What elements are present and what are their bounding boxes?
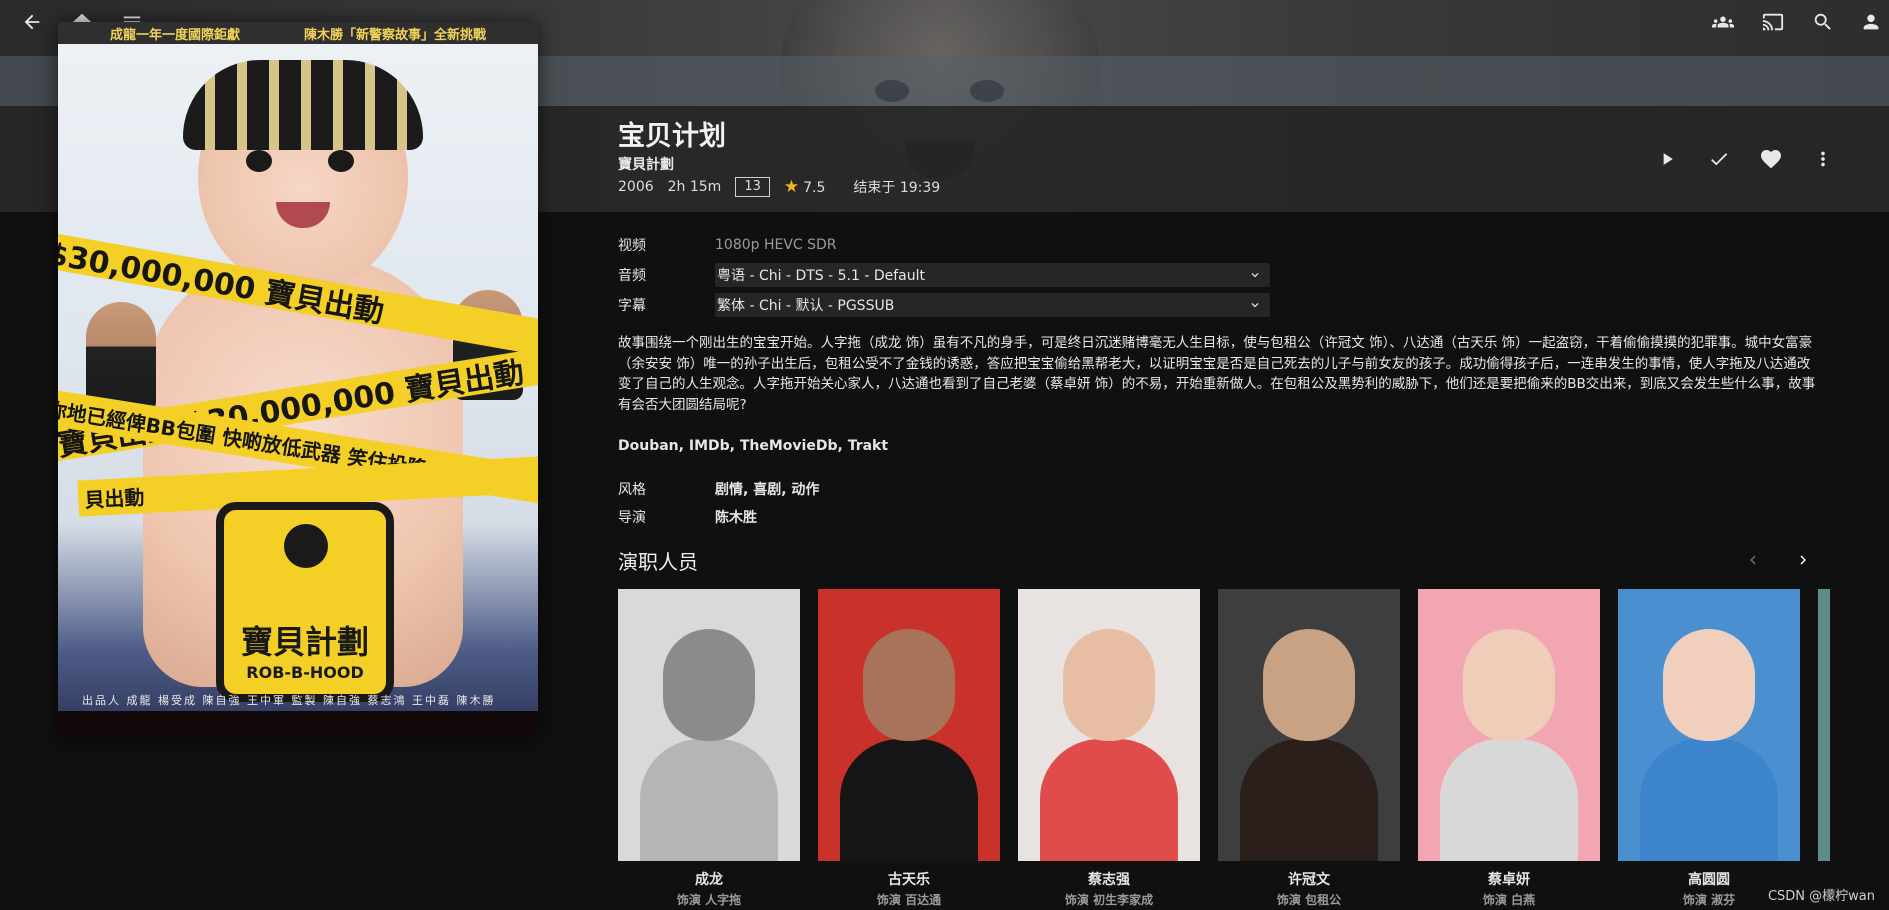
video-row: 视频 1080p HEVC SDR: [618, 237, 837, 254]
runtime: 2h 15m: [667, 179, 722, 195]
watermark: CSDN @檬柠wan: [1767, 889, 1875, 904]
cast-card[interactable]: 高圆圆 饰演 淑芬: [1618, 589, 1800, 908]
cast-photo[interactable]: [1018, 589, 1200, 861]
audio-row: 音频 粤语 - Chi - DTS - 5.1 - Default: [618, 263, 1270, 287]
cast-name[interactable]: 成龙: [618, 869, 800, 889]
star-icon: ★: [783, 177, 800, 197]
link-tmdb[interactable]: TheMovieDb: [740, 438, 838, 454]
link-trakt[interactable]: Trakt: [848, 438, 888, 454]
cast-photo[interactable]: [618, 589, 800, 861]
cast-role: 饰演 人字拖: [676, 893, 742, 907]
cast-role: 饰演 包租公: [1276, 893, 1342, 907]
poster-logo-badge: 寶貝計劃 ROB-B-HOOD: [216, 502, 394, 702]
official-rating: 13: [735, 177, 770, 197]
cast-name[interactable]: 蔡志强: [1018, 869, 1200, 889]
cast-card[interactable]: 蔡志强饰演 初生李家成: [1018, 589, 1200, 908]
detail-actions: [1641, 144, 1849, 174]
cast-photo[interactable]: [1418, 589, 1600, 861]
cast-role: 饰演 初生李家成: [1064, 893, 1154, 907]
media-info-bar: 2006 2h 15m 13 ★ 7.5 结束于 19:39: [618, 176, 954, 198]
more-icon[interactable]: [1797, 144, 1849, 174]
original-title: 寶貝計劃: [618, 157, 674, 173]
cast-list: 成龙 饰演 人字拖 古天乐 饰演 百达通 蔡志强 饰演 初生李家成 许冠文 饰演 包租公 蔡卓妍…: [618, 589, 1830, 910]
heart-icon[interactable]: [1745, 144, 1797, 174]
genres-value[interactable]: 剧情, 喜剧, 动作: [715, 479, 819, 499]
user-icon[interactable]: [1855, 6, 1887, 38]
cast-card[interactable]: 成龙 饰演 人字拖: [618, 589, 800, 908]
cast-card[interactable]: 蔡卓妍 饰演 白燕: [1418, 589, 1600, 908]
cast-role: 饰演 白燕: [1482, 893, 1536, 907]
video-info: 1080p HEVC SDR: [715, 237, 837, 253]
year: 2006: [618, 179, 654, 195]
audio-select[interactable]: 粤语 - Chi - DTS - 5.1 - Default: [715, 263, 1270, 287]
play-icon[interactable]: [1641, 144, 1693, 174]
users-icon[interactable]: [1707, 6, 1739, 38]
check-icon[interactable]: [1693, 144, 1745, 174]
external-links: Douban, IMDb, TheMovieDb, Trakt: [618, 438, 889, 454]
cast-card[interactable]: 许冠文 饰演 包租公: [1218, 589, 1400, 908]
chevron-down-icon: [1251, 303, 1259, 308]
search-icon[interactable]: [1807, 6, 1839, 38]
director-value[interactable]: 陈木胜: [715, 507, 757, 527]
cast-heading: 演职人员: [618, 550, 698, 574]
link-douban[interactable]: Douban: [618, 438, 679, 454]
chevron-right-icon[interactable]: [1788, 548, 1818, 572]
back-icon[interactable]: [16, 6, 48, 38]
community-rating: ★ 7.5: [783, 177, 826, 197]
cast-icon[interactable]: [1757, 6, 1789, 38]
cast-role: 饰演 百达通: [876, 893, 942, 907]
cast-photo[interactable]: [1218, 589, 1400, 861]
ends-at: 结束于 19:39: [853, 180, 941, 196]
genres-row: 风格 剧情, 喜剧, 动作: [618, 479, 819, 499]
overview-text: 故事围绕一个刚出生的宝宝开始。人字拖（成龙 饰）虽有不凡的身手，可是终日沉迷赌博…: [618, 335, 1816, 413]
chevron-left-icon[interactable]: [1738, 548, 1768, 572]
chevron-down-icon: [1251, 273, 1259, 278]
poster-credits: 出品人 成龍 楊受成 陳自強 王中軍 監製 陳自強 蔡志鴻 王中磊 陳木勝: [82, 694, 496, 707]
director-row: 导演 陈木胜: [618, 507, 757, 527]
page-title: 宝贝计划: [618, 121, 726, 152]
poster-image[interactable]: 成龍一年一度國際鉅獻 陳木勝「新警察故事」全新挑戰 $30,000,000 寶貝…: [58, 22, 538, 739]
cast-photo[interactable]: [1618, 589, 1800, 861]
cast-name[interactable]: 许冠文: [1218, 869, 1400, 889]
cast-card-partial[interactable]: [1818, 589, 1830, 861]
cast-photo[interactable]: [818, 589, 1000, 861]
link-imdb[interactable]: IMDb: [689, 438, 730, 454]
cast-name[interactable]: 古天乐: [818, 869, 1000, 889]
cast-card[interactable]: 古天乐 饰演 百达通: [818, 589, 1000, 908]
subtitle-select[interactable]: 繁体 - Chi - 默认 - PGSSUB: [715, 293, 1270, 317]
cast-name[interactable]: 蔡卓妍: [1418, 869, 1600, 889]
cast-photo[interactable]: [1818, 589, 1830, 861]
poster-top-line: 成龍一年一度國際鉅獻 陳木勝「新警察故事」全新挑戰: [58, 22, 538, 44]
subtitle-row: 字幕 繁体 - Chi - 默认 - PGSSUB: [618, 293, 1270, 317]
